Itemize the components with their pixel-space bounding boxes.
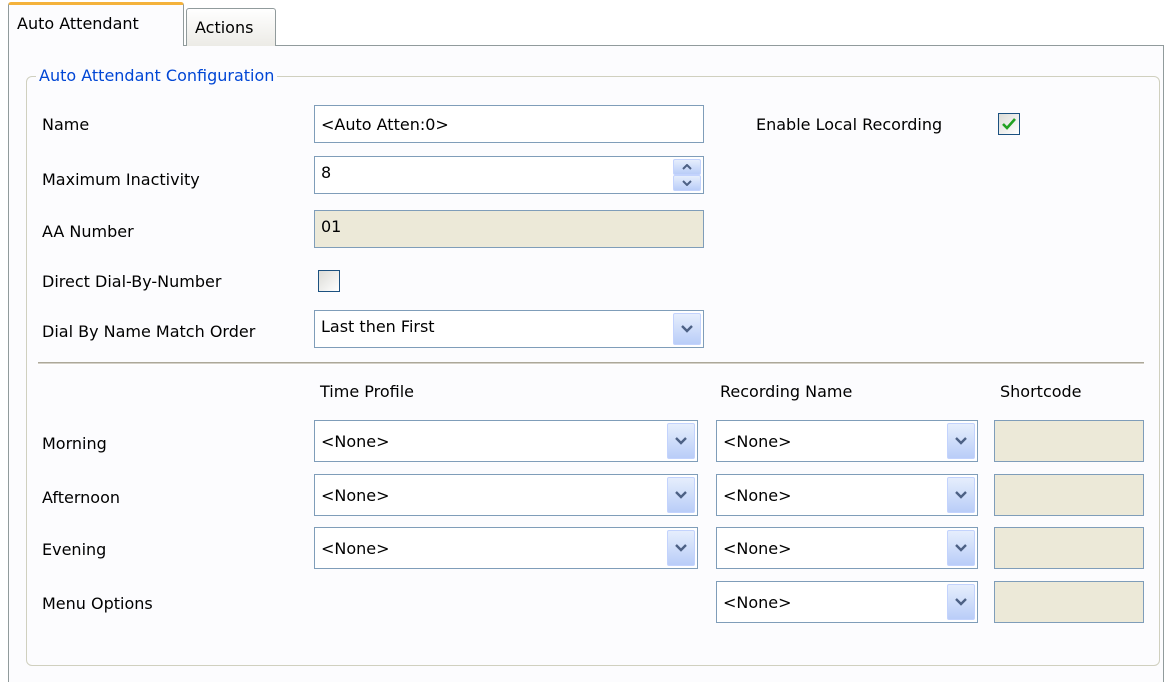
chevron-down-icon	[955, 544, 967, 552]
chevron-down-icon	[675, 544, 687, 552]
spin-up-button[interactable]	[673, 159, 701, 175]
direct-dial-checkbox[interactable]	[318, 270, 340, 292]
spinner-buttons[interactable]	[673, 159, 701, 191]
name-label: Name	[42, 115, 90, 134]
dropdown-button[interactable]	[947, 530, 975, 566]
time-profile-header: Time Profile	[320, 382, 414, 401]
aa-number-value: 01	[321, 217, 342, 236]
chevron-down-icon	[675, 491, 687, 499]
evening-shortcode-field	[994, 527, 1144, 569]
tab-label: Actions	[195, 18, 254, 37]
checkmark-icon	[1002, 118, 1016, 130]
max-inactivity-value: 8	[321, 163, 332, 182]
aa-number-label: AA Number	[42, 222, 134, 241]
dropdown-button[interactable]	[667, 423, 695, 459]
section-divider	[38, 362, 1144, 365]
dropdown-button[interactable]	[667, 530, 695, 566]
direct-dial-label: Direct Dial-By-Number	[42, 272, 222, 291]
shortcode-header: Shortcode	[1000, 382, 1082, 401]
tab-auto-attendant[interactable]: Auto Attendant	[8, 2, 184, 46]
menu-options-recording-select[interactable]: <None>	[716, 581, 978, 623]
afternoon-shortcode-field	[994, 474, 1144, 516]
select-value: <None>	[723, 431, 792, 451]
tab-label: Auto Attendant	[17, 14, 139, 33]
morning-shortcode-field	[994, 420, 1144, 462]
local-recording-label: Enable Local Recording	[756, 115, 943, 134]
select-value: <None>	[723, 592, 792, 612]
dropdown-button[interactable]	[947, 584, 975, 620]
tab-actions[interactable]: Actions	[186, 8, 276, 46]
dial-by-name-value: Last then First	[321, 317, 435, 336]
chevron-down-icon	[955, 598, 967, 606]
chevron-down-icon	[681, 325, 693, 333]
dropdown-button[interactable]	[947, 423, 975, 459]
dropdown-button[interactable]	[667, 477, 695, 513]
chevron-down-icon	[955, 437, 967, 445]
recording-name-header: Recording Name	[720, 382, 853, 401]
select-value: <None>	[723, 485, 792, 505]
afternoon-recording-select[interactable]: <None>	[716, 474, 978, 516]
chevron-down-icon	[955, 491, 967, 499]
evening-recording-select[interactable]: <None>	[716, 527, 978, 569]
name-input[interactable]: <Auto Atten:0>	[314, 105, 704, 143]
menu-options-shortcode-field	[994, 581, 1144, 623]
select-value: <None>	[723, 538, 792, 558]
dial-by-name-select[interactable]: Last then First	[314, 310, 704, 348]
morning-time-profile-select[interactable]: <None>	[314, 420, 698, 462]
afternoon-time-profile-select[interactable]: <None>	[314, 474, 698, 516]
evening-time-profile-select[interactable]: <None>	[314, 527, 698, 569]
morning-recording-select[interactable]: <None>	[716, 420, 978, 462]
aa-number-field: 01	[314, 210, 704, 248]
chevron-down-icon	[675, 437, 687, 445]
row-label-morning: Morning	[42, 434, 107, 453]
chevron-up-icon	[682, 164, 692, 170]
chevron-down-icon	[682, 180, 692, 186]
spin-down-button[interactable]	[673, 175, 701, 191]
select-value: <None>	[321, 431, 390, 451]
local-recording-checkbox[interactable]	[998, 113, 1020, 135]
select-value: <None>	[321, 538, 390, 558]
select-value: <None>	[321, 485, 390, 505]
name-value: <Auto Atten:0>	[321, 114, 449, 134]
max-inactivity-label: Maximum Inactivity	[42, 170, 200, 189]
dropdown-button[interactable]	[947, 477, 975, 513]
max-inactivity-spinner[interactable]: 8	[314, 156, 704, 194]
row-label-menu-options: Menu Options	[42, 594, 153, 613]
dial-by-name-label: Dial By Name Match Order	[42, 322, 256, 341]
row-label-afternoon: Afternoon	[42, 488, 120, 507]
row-label-evening: Evening	[42, 540, 107, 559]
dropdown-button[interactable]	[673, 313, 701, 345]
group-legend: Auto Attendant Configuration	[36, 64, 278, 88]
